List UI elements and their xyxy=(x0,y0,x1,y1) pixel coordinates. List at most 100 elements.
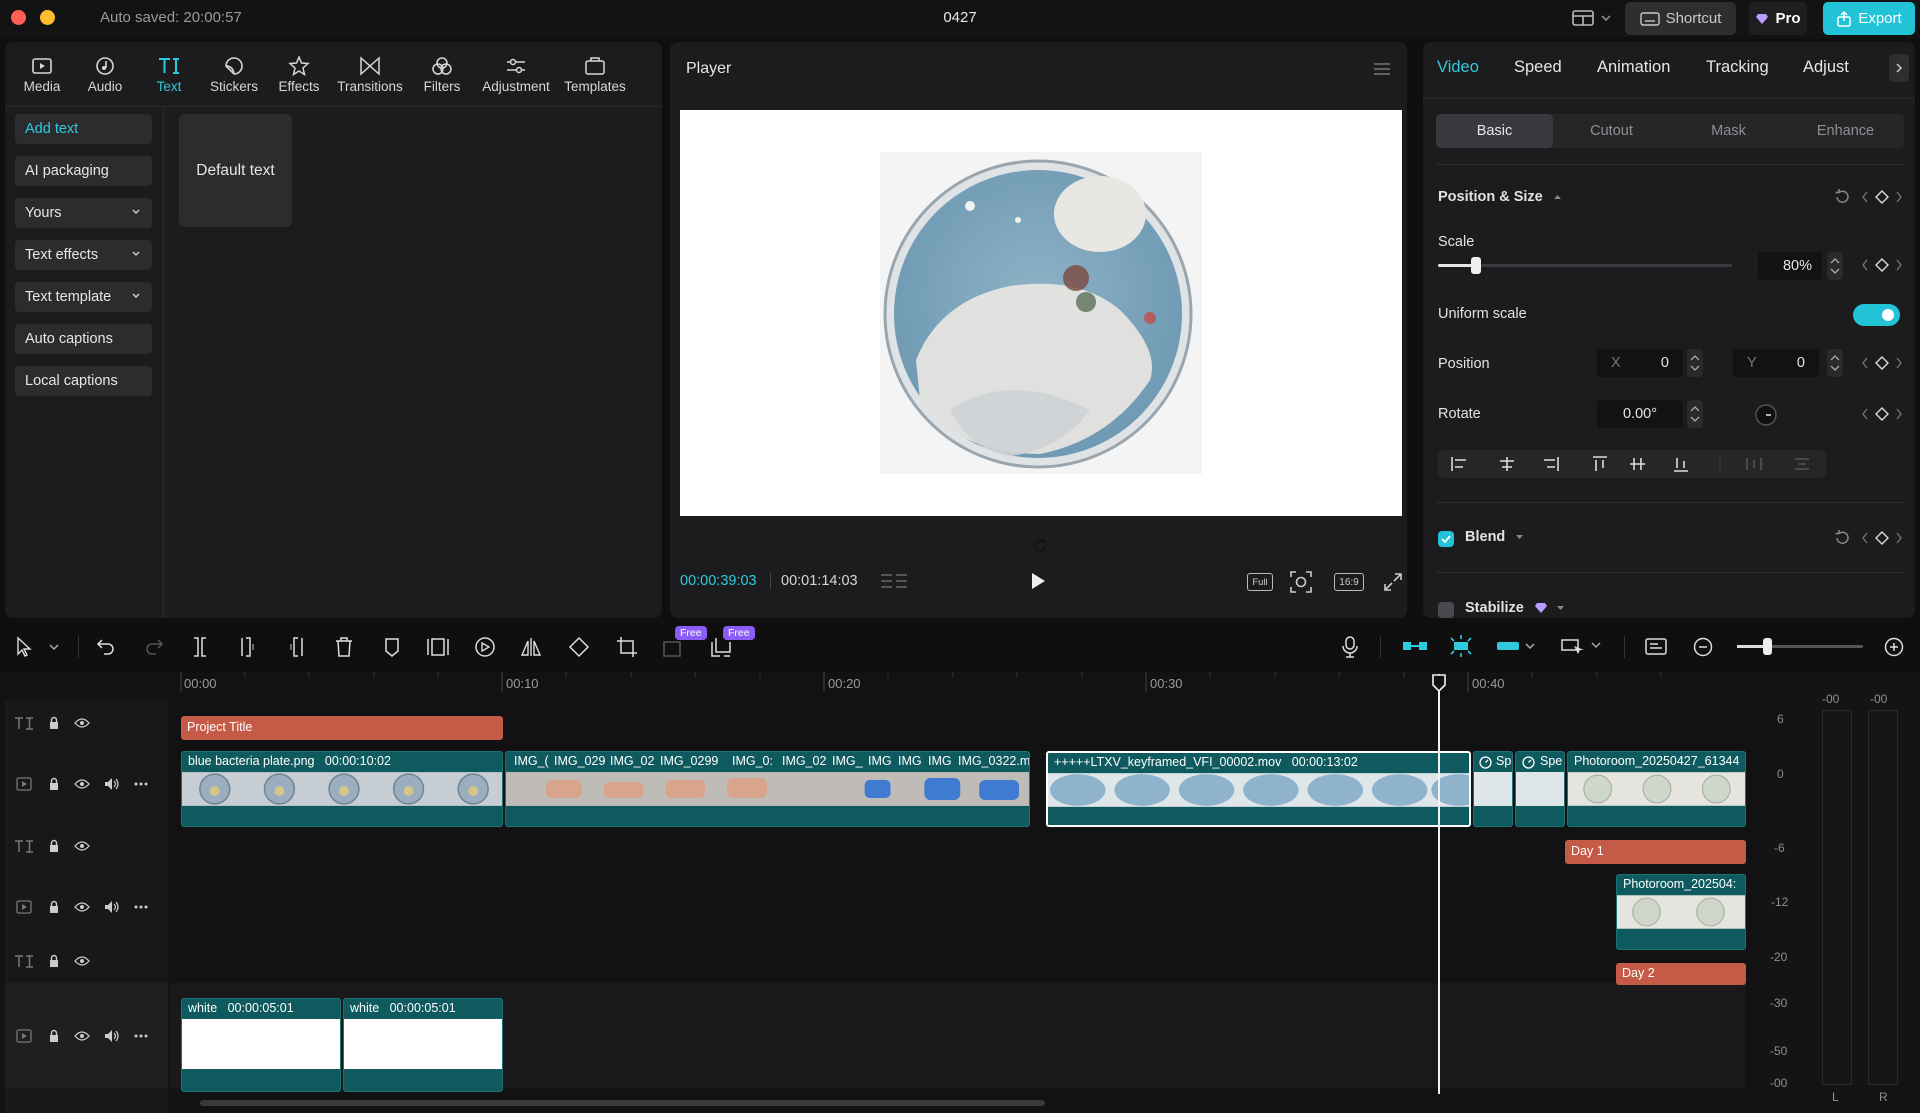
sidebar-item-text-effects[interactable]: Text effects xyxy=(15,240,152,270)
tab-tracking[interactable]: Tracking xyxy=(1706,58,1769,77)
delete-icon[interactable] xyxy=(334,636,354,658)
video-clip-white-1[interactable]: white 00:00:05:01 xyxy=(181,998,341,1092)
default-text-card[interactable]: Default text xyxy=(179,114,292,227)
more-icon[interactable] xyxy=(134,1034,148,1038)
tool-audio[interactable]: Audio xyxy=(70,50,140,100)
reset-icon[interactable] xyxy=(1833,188,1851,206)
more-icon[interactable] xyxy=(134,782,148,786)
keyframe-icon[interactable] xyxy=(1861,531,1903,545)
keyframe-icon[interactable] xyxy=(1861,407,1903,421)
microphone-icon[interactable] xyxy=(1340,635,1360,659)
reverse-icon[interactable] xyxy=(474,636,496,658)
split-icon[interactable] xyxy=(190,636,210,658)
sidebar-item-auto-captions[interactable]: Auto captions xyxy=(15,324,152,354)
preview-axis-icon[interactable] xyxy=(1560,636,1604,656)
lock-icon[interactable] xyxy=(48,716,60,730)
position-size-header[interactable]: Position & Size xyxy=(1438,189,1562,205)
scale-stepper[interactable] xyxy=(1827,252,1843,280)
time-ruler[interactable]: 00:00 00:10 00:20 00:30 00:40 xyxy=(176,672,1746,700)
split-left-icon[interactable] xyxy=(238,636,258,658)
mirror-icon[interactable] xyxy=(520,636,542,658)
video-clip-sp-2[interactable]: Spe xyxy=(1515,751,1565,827)
main-track-magnet-icon[interactable] xyxy=(1402,638,1428,654)
sidebar-item-ai-packaging[interactable]: AI packaging xyxy=(15,156,152,186)
fullscreen-icon[interactable] xyxy=(1384,573,1402,591)
tab-animation[interactable]: Animation xyxy=(1597,58,1670,77)
position-y-input[interactable]: Y 0 xyxy=(1733,349,1819,377)
sidebar-item-add-text[interactable]: Add text xyxy=(15,114,152,144)
tool-effects[interactable]: Effects xyxy=(264,50,334,100)
blend-checkbox[interactable] xyxy=(1438,531,1454,547)
video-clip-blue-bacteria[interactable]: blue bacteria plate.png 00:00:10:02 xyxy=(181,751,503,827)
pro-button[interactable]: Pro xyxy=(1749,2,1807,35)
scale-slider[interactable] xyxy=(1438,257,1732,274)
position-x-stepper[interactable] xyxy=(1687,349,1703,377)
linkage-icon[interactable] xyxy=(1496,638,1536,654)
video-preview[interactable] xyxy=(680,110,1402,516)
lock-icon[interactable] xyxy=(48,1029,60,1043)
stabilize-checkbox[interactable] xyxy=(1438,602,1454,618)
crop-icon[interactable] xyxy=(616,636,638,658)
chevron-right-icon[interactable] xyxy=(1889,54,1909,82)
auto-snap-icon[interactable] xyxy=(1448,634,1474,658)
eye-icon[interactable] xyxy=(74,955,90,967)
stabilize-header[interactable]: Stabilize xyxy=(1465,600,1565,616)
position-y-stepper[interactable] xyxy=(1827,349,1843,377)
full-quality-button[interactable]: Full xyxy=(1247,573,1273,591)
lock-icon[interactable] xyxy=(48,900,60,914)
subtab-basic[interactable]: Basic xyxy=(1436,114,1553,148)
refresh-icon[interactable] xyxy=(1032,538,1048,554)
eye-icon[interactable] xyxy=(74,778,90,790)
tab-adjust[interactable]: Adjust xyxy=(1803,58,1849,77)
blend-header[interactable]: Blend xyxy=(1465,529,1524,545)
zoom-out-icon[interactable] xyxy=(1692,636,1714,658)
text-clip-day-1[interactable]: Day 1 xyxy=(1565,840,1746,864)
sidebar-item-yours[interactable]: Yours xyxy=(15,198,152,228)
timeline-preview-icon[interactable] xyxy=(1644,636,1668,658)
split-right-icon[interactable] xyxy=(286,636,306,658)
eye-icon[interactable] xyxy=(74,840,90,852)
undo-icon[interactable] xyxy=(96,636,116,656)
video-clip-photoroom-1[interactable]: Photoroom_20250427_61344 xyxy=(1567,751,1746,827)
reset-icon[interactable] xyxy=(1833,529,1851,547)
zoom-fit-icon[interactable] xyxy=(1290,571,1312,593)
sidebar-item-local-captions[interactable]: Local captions xyxy=(15,366,152,396)
aspect-ratio-button[interactable]: 16:9 xyxy=(1334,573,1364,591)
play-icon[interactable] xyxy=(1030,572,1046,590)
tool-text[interactable]: Text xyxy=(134,50,204,100)
position-x-input[interactable]: X 0 xyxy=(1597,349,1683,377)
tab-video[interactable]: Video xyxy=(1437,58,1479,77)
lock-icon[interactable] xyxy=(48,954,60,968)
video-clip-photoroom-2[interactable]: Photoroom_202504: xyxy=(1616,874,1746,950)
video-clip-sp-1[interactable]: Sp xyxy=(1473,751,1513,827)
tool-filters[interactable]: Filters xyxy=(407,50,477,100)
export-button[interactable]: Export xyxy=(1823,2,1915,35)
freeze-icon[interactable] xyxy=(426,636,450,658)
zoom-slider[interactable] xyxy=(1737,638,1863,655)
speaker-icon[interactable] xyxy=(104,900,120,914)
video-clip-ltxv-selected[interactable]: +++++LTXV_keyframed_VFI_00002.mov 00:00:… xyxy=(1046,751,1471,827)
eye-icon[interactable] xyxy=(74,1030,90,1042)
rotate-dial-icon[interactable] xyxy=(1754,403,1778,427)
rotate-icon[interactable] xyxy=(568,636,590,658)
video-clip-white-2[interactable]: white 00:00:05:01 xyxy=(343,998,503,1092)
zoom-in-icon[interactable] xyxy=(1883,636,1905,658)
uniform-scale-toggle[interactable] xyxy=(1853,304,1900,326)
lock-icon[interactable] xyxy=(48,777,60,791)
speaker-icon[interactable] xyxy=(104,777,120,791)
tool-stickers[interactable]: Stickers xyxy=(199,50,269,100)
menu-icon[interactable] xyxy=(1373,62,1391,76)
rotate-input[interactable]: 0.00° xyxy=(1597,400,1683,428)
keyframe-icon[interactable] xyxy=(1861,190,1903,204)
select-tool-icon[interactable] xyxy=(14,636,64,658)
video-clip-group-img[interactable]: IMG_( IMG_029 IMG_02 IMG_0299 IMG_0: IMG… xyxy=(505,751,1030,827)
speaker-icon[interactable] xyxy=(104,1029,120,1043)
grid-view-icon[interactable] xyxy=(880,572,908,590)
text-clip-project-title[interactable]: Project Title xyxy=(181,716,503,740)
text-clip-day-2[interactable]: Day 2 xyxy=(1616,963,1746,985)
playhead-handle[interactable] xyxy=(1432,674,1446,692)
scale-input[interactable]: 80% xyxy=(1758,252,1822,280)
subtab-mask[interactable]: Mask xyxy=(1670,114,1787,148)
shortcut-button[interactable]: Shortcut xyxy=(1625,2,1736,35)
rotate-stepper[interactable] xyxy=(1687,400,1703,428)
